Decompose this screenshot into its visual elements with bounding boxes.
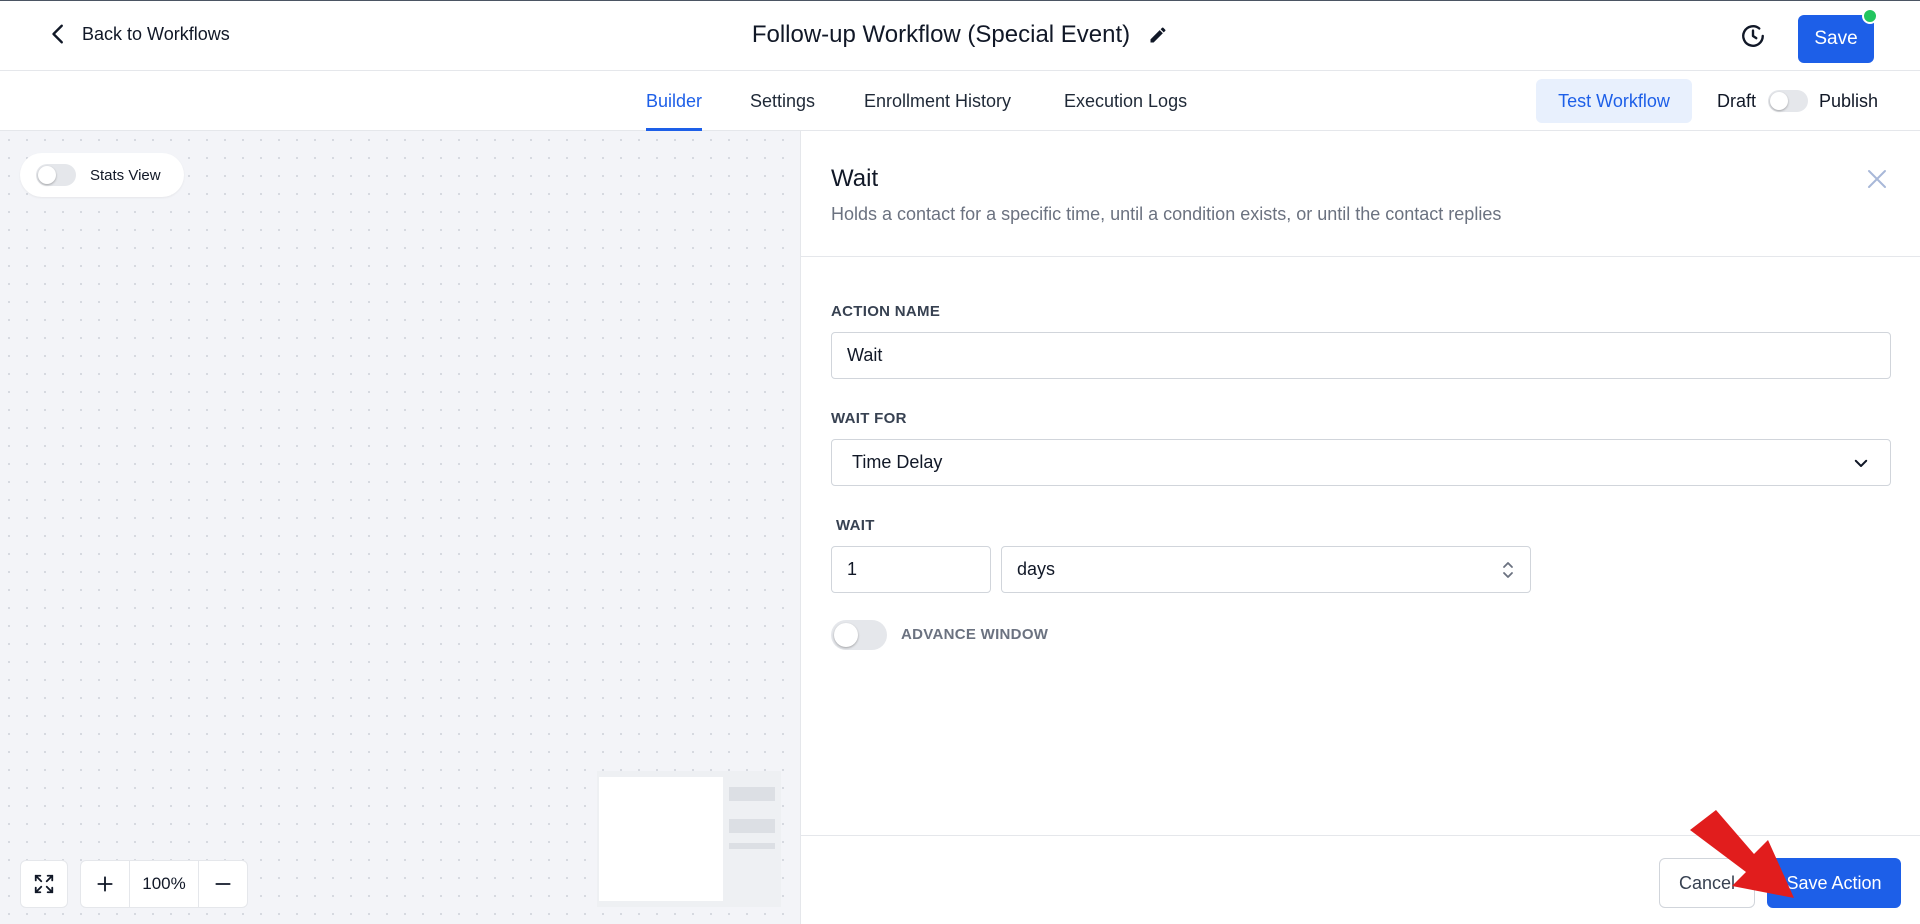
- workflow-title: Follow-up Workflow (Special Event): [751, 21, 1131, 48]
- advance-window-label: ADVANCE WINDOW: [901, 626, 1049, 643]
- wait-for-select[interactable]: Time Delay: [831, 439, 1891, 486]
- zoom-in-button[interactable]: [81, 861, 129, 907]
- save-action-button[interactable]: Save Action: [1767, 858, 1901, 908]
- wait-for-label: WAIT FOR: [831, 410, 907, 427]
- panel-title: Wait: [831, 165, 879, 192]
- tab-settings[interactable]: Settings: [750, 71, 815, 131]
- minimap-viewport: [599, 777, 723, 901]
- chevron-down-icon: [1854, 459, 1868, 467]
- top-bar: Back to Workflows Follow-up Workflow (Sp…: [0, 0, 1920, 71]
- expand-icon: [34, 874, 54, 894]
- wait-unit-select[interactable]: days: [1001, 546, 1531, 593]
- minimap-node: [729, 787, 775, 801]
- stats-view-toggle[interactable]: [36, 164, 76, 186]
- stats-view-control: Stats View: [20, 153, 184, 197]
- tab-builder[interactable]: Builder: [646, 71, 703, 131]
- workflow-title-wrap: Follow-up Workflow (Special Event): [0, 21, 1920, 49]
- sort-arrows-icon: [1503, 561, 1513, 578]
- tabs-bar: Builder Settings Enrollment History Exec…: [0, 71, 1920, 131]
- back-to-workflows-link[interactable]: Back to Workflows: [48, 23, 230, 45]
- wait-action-panel: Wait Holds a contact for a specific time…: [800, 131, 1920, 924]
- panel-description: Holds a contact for a specific time, unt…: [831, 204, 1502, 224]
- test-workflow-button[interactable]: Test Workflow: [1536, 79, 1692, 123]
- action-name-label: ACTION NAME: [831, 303, 941, 320]
- tab-enrollment-history[interactable]: Enrollment History: [864, 71, 1011, 131]
- wait-amount-input[interactable]: [831, 546, 991, 593]
- stats-view-label: Stats View: [90, 166, 161, 184]
- back-to-workflows-label: Back to Workflows: [82, 23, 230, 44]
- minimap[interactable]: [597, 771, 781, 907]
- wait-label: WAIT: [836, 517, 875, 534]
- cancel-button[interactable]: Cancel: [1659, 858, 1755, 908]
- close-icon[interactable]: [1865, 167, 1889, 191]
- minimap-node: [729, 819, 775, 833]
- draft-label: Draft: [1717, 91, 1757, 111]
- panel-footer: Cancel Save Action: [801, 835, 1920, 924]
- workflow-canvas[interactable]: Stats View 100%: [0, 131, 800, 924]
- wait-for-value: Time Delay: [852, 452, 943, 472]
- advance-window-toggle[interactable]: [831, 620, 887, 650]
- minimap-node: [729, 843, 775, 849]
- publish-label: Publish: [1819, 91, 1879, 111]
- plus-icon: [97, 876, 113, 892]
- wait-unit-value: days: [1017, 559, 1056, 579]
- publish-toggle[interactable]: [1768, 90, 1808, 112]
- action-name-input[interactable]: [831, 332, 1891, 379]
- pencil-icon[interactable]: [1148, 25, 1168, 45]
- tab-execution-logs[interactable]: Execution Logs: [1064, 71, 1187, 131]
- save-workflow-button[interactable]: Save: [1798, 15, 1874, 63]
- panel-header: Wait Holds a contact for a specific time…: [801, 131, 1920, 257]
- zoom-controls: 100%: [80, 860, 248, 908]
- version-history-icon[interactable]: [1740, 23, 1766, 49]
- chevron-left-icon: [52, 24, 63, 44]
- zoom-out-button[interactable]: [199, 861, 247, 907]
- minus-icon: [215, 883, 231, 885]
- status-dot: [1862, 8, 1878, 24]
- zoom-level: 100%: [129, 861, 199, 907]
- fit-view-button[interactable]: [20, 860, 68, 908]
